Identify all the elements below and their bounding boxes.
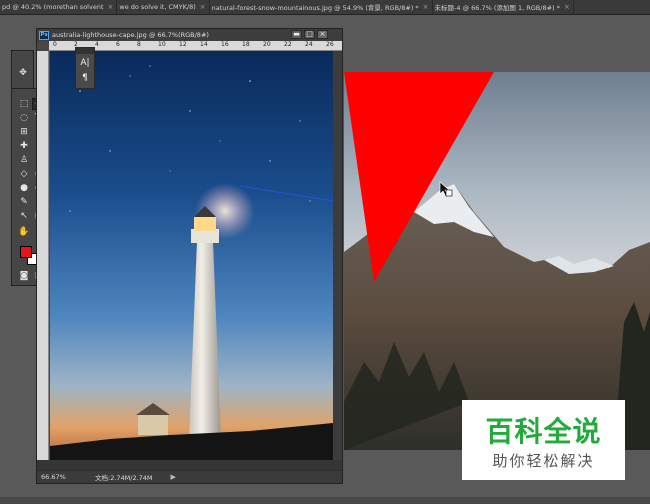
move-tool-icon[interactable]: ✥ — [16, 67, 30, 79]
maximize-button[interactable]: □ — [304, 30, 315, 39]
eraser-tool-icon[interactable]: ◇ — [17, 168, 31, 180]
document-window: Ps australia-lighthouse-cape.jpg @ 66.7%… — [36, 28, 343, 484]
background-status-bar — [0, 497, 650, 504]
watermark-logo: 百科全说 助你轻松解决 — [462, 400, 625, 480]
character-panel-icon[interactable]: A| — [78, 57, 92, 69]
marquee-tool-icon[interactable]: ⬚ — [17, 98, 31, 110]
close-icon[interactable]: × — [564, 3, 570, 11]
paragraph-panel-icon[interactable]: ¶ — [78, 72, 92, 84]
ruler-tick-label: 18 — [242, 41, 250, 48]
lighthouse-image — [50, 51, 333, 460]
document-status-bar: 66.67% 文档:2.74M/2.74M ▶ — [37, 470, 342, 483]
document-size: 文档:2.74M/2.74M — [95, 474, 153, 482]
lasso-tool-icon[interactable]: ◌ — [17, 112, 31, 124]
ruler-tick-label: 0 — [53, 41, 57, 48]
tab-label: 未标题-4 @ 66.7% (添加图 1, RGB/8#) * — [434, 4, 560, 12]
tab-label: natural-forest-snow-mountainous.jpg @ 54… — [211, 4, 419, 12]
ruler-tick-label: 22 — [284, 41, 292, 48]
close-button[interactable]: × — [317, 30, 328, 39]
stamp-tool-icon[interactable]: ♙ — [17, 154, 31, 166]
panel-header[interactable] — [76, 48, 94, 54]
close-icon[interactable]: × — [108, 3, 114, 11]
crop-tool-icon[interactable]: ⊞ — [17, 126, 31, 138]
ruler-tick-label: 4 — [95, 41, 99, 48]
tab-untitled-4[interactable]: 未标题-4 @ 66.7% (添加图 1, RGB/8#) * × — [433, 0, 574, 14]
ruler-tick-label: 12 — [179, 41, 187, 48]
blur-tool-icon[interactable]: ● — [17, 182, 31, 194]
ruler-tick-label: 6 — [116, 41, 120, 48]
path-select-tool-icon[interactable]: ↖ — [17, 210, 31, 222]
tab-solve[interactable]: we do solve it, CMYK/8) × — [117, 0, 210, 14]
character-panel: A| ¶ — [75, 47, 95, 89]
pen-tool-icon[interactable]: ✎ — [17, 196, 31, 208]
photoshop-icon: Ps — [39, 30, 49, 40]
ruler-tick-label: 10 — [158, 41, 166, 48]
ruler-tick-label: 20 — [263, 41, 271, 48]
mountain-image — [344, 72, 650, 450]
tools-collapse-panel: ✥ — [11, 50, 34, 90]
minimize-button[interactable]: ▬ — [291, 30, 302, 39]
tab-mountain[interactable]: natural-forest-snow-mountainous.jpg @ 54… — [210, 0, 433, 14]
tab-label: we do solve it, CMYK/8) — [119, 3, 196, 11]
status-menu-arrow-icon[interactable]: ▶ — [171, 473, 176, 481]
ruler-tick-label: 24 — [305, 41, 313, 48]
tab-label: pd @ 40.2% (morethan solvent — [2, 3, 104, 11]
ruler-tick-label: 26 — [326, 41, 334, 48]
ruler-tick-label: 14 — [200, 41, 208, 48]
logo-title: 百科全说 — [485, 415, 602, 448]
document-tab-bar: pd @ 40.2% (morethan solvent × we do solv… — [0, 0, 650, 15]
quick-mask-icon[interactable]: ◙ — [17, 270, 31, 282]
zoom-level[interactable]: 66.67% — [41, 473, 67, 481]
hand-tool-icon[interactable]: ✋ — [17, 226, 31, 238]
lighthouse-canvas[interactable] — [50, 51, 333, 460]
foreground-color-swatch[interactable] — [20, 246, 32, 258]
vertical-scrollbar[interactable] — [333, 51, 342, 460]
vertical-ruler — [37, 51, 49, 460]
document-title: australia-lighthouse-cape.jpg @ 66.7%(RG… — [52, 31, 209, 39]
ruler-tick-label: 16 — [221, 41, 229, 48]
logo-subtitle: 助你轻松解决 — [492, 452, 595, 470]
heal-tool-icon[interactable]: ✚ — [17, 140, 31, 152]
mountain-canvas[interactable] — [344, 72, 650, 450]
horizontal-scrollbar[interactable] — [37, 460, 342, 470]
close-icon[interactable]: × — [423, 3, 429, 11]
tab-pd[interactable]: pd @ 40.2% (morethan solvent × — [0, 0, 118, 14]
close-icon[interactable]: × — [200, 3, 206, 11]
ruler-tick-label: 8 — [137, 41, 141, 48]
